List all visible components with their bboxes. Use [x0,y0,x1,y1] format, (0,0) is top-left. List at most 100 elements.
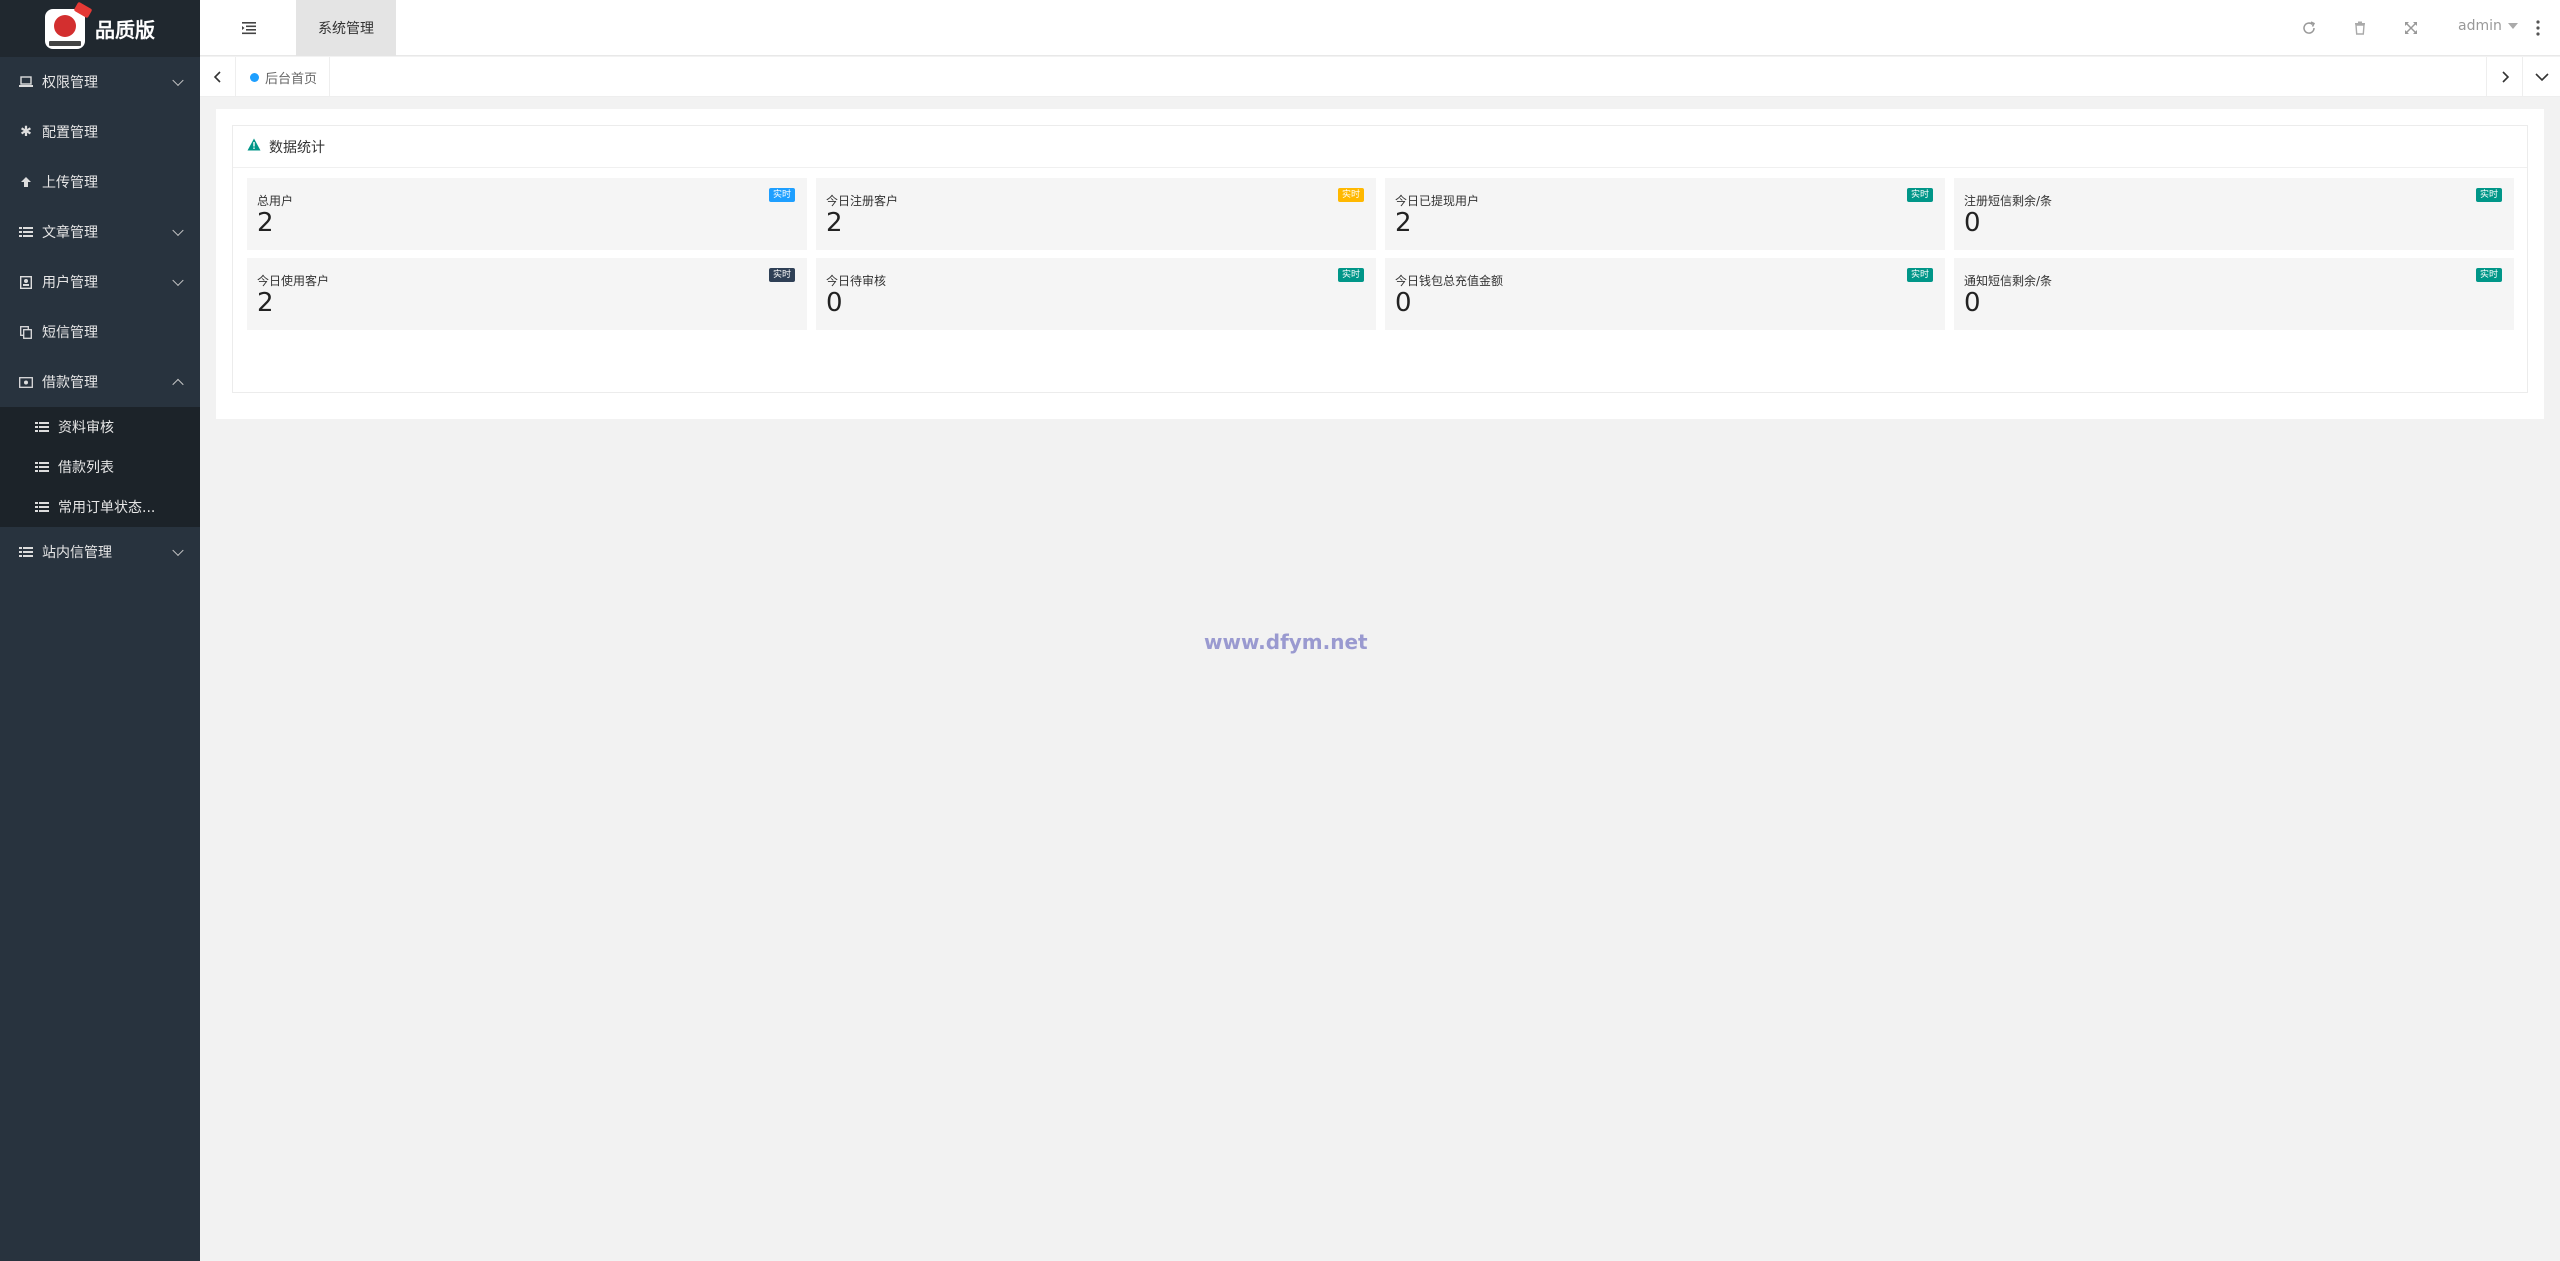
stat-value: 2 [1395,208,1412,238]
stat-value: 2 [826,208,843,238]
logo-text: 品质版 [95,18,155,42]
stat-card-today-registered: 今日注册客户 2 实时 [816,178,1376,250]
stat-card-notify-sms: 通知短信剩余/条 0 实时 [1954,258,2514,330]
chevron-up-icon [172,378,184,391]
stat-label: 今日使用客户 [257,274,330,288]
status-badge: 实时 [2475,188,2502,202]
stat-value: 0 [1964,288,1981,318]
sidebar-item-upload[interactable]: 上传管理 [0,157,200,207]
username: admin [2458,18,2502,34]
sidebar-item-label: 文章管理 [42,225,98,241]
chevron-down-icon [172,274,184,287]
stat-value: 2 [257,288,274,318]
stat-value: 0 [826,288,843,318]
trash-icon[interactable] [2351,19,2369,37]
warning-icon [247,138,261,155]
watermark-text: www.dfym.net [1204,630,1368,654]
status-badge: 实时 [1337,188,1364,202]
sidebar-item-sms[interactable]: 短信管理 [0,307,200,357]
tab-system-management[interactable]: 系统管理 [296,0,396,56]
sidebar-item-label: 配置管理 [42,125,98,141]
status-badge: 实时 [768,268,795,282]
stat-label: 总用户 [257,194,294,208]
sidebar-item-messages[interactable]: 站内信管理 [0,527,200,577]
sidebar-item-label: 权限管理 [42,75,98,91]
panel-header: 数据统计 [233,126,2527,168]
stat-value: 0 [1964,208,1981,238]
status-badge: 实时 [1906,188,1933,202]
chevron-down-icon [172,224,184,237]
stat-label: 注册短信剩余/条 [1964,194,2053,208]
sidebar-item-article[interactable]: 文章管理 [0,207,200,257]
chevron-right-icon [2501,71,2509,83]
menu-toggle-icon[interactable] [240,19,258,37]
logo-image [45,1,93,49]
stat-card-total-users: 总用户 2 实时 [247,178,807,250]
sidebar-subitem-label: 常用订单状态... [58,500,156,516]
chevron-left-icon [213,71,221,83]
logo[interactable]: 品质版 [0,0,200,57]
user-menu[interactable]: admin [2458,18,2518,34]
asterisk-icon: ✱ [20,124,32,140]
copy-icon [18,324,34,340]
sidebar-item-label: 用户管理 [42,275,98,291]
money-icon [18,374,34,390]
sidebar: 品质版 权限管理 ✱ 配置管理 上传管理 文章管理 用户管理 短信管理 借款管理… [0,0,200,1261]
stat-card-today-active: 今日使用客户 2 实时 [247,258,807,330]
list-icon [18,224,34,240]
status-badge: 实时 [1337,268,1364,282]
stat-value: 2 [257,208,274,238]
sidebar-item-permission[interactable]: 权限管理 [0,57,200,107]
top-header: 系统管理 admin [200,0,2560,56]
chevron-down-icon [172,74,184,87]
tab-home-label: 后台首页 [265,71,318,87]
stat-label: 今日待审核 [826,274,887,288]
laptop-icon [18,74,34,90]
sidebar-item-loan[interactable]: 借款管理 [0,357,200,407]
loan-submenu: 资料审核 借款列表 常用订单状态... [0,407,200,527]
sidebar-subitem-data-review[interactable]: 资料审核 [0,407,200,447]
sidebar-subitem-label: 资料审核 [58,420,114,436]
sidebar-item-label: 借款管理 [42,375,98,391]
tab-bar: 后台首页 [200,57,2560,97]
panel-title: 数据统计 [269,139,325,156]
status-badge: 实时 [768,188,795,202]
stat-card-wallet-recharge: 今日钱包总充值金额 0 实时 [1385,258,1945,330]
active-dot-icon [250,72,259,82]
stat-label: 今日钱包总充值金额 [1395,274,1504,288]
caret-down-icon [2507,23,2518,29]
stat-card-register-sms: 注册短信剩余/条 0 实时 [1954,178,2514,250]
tabs-next-button[interactable] [2486,57,2522,97]
stat-label: 今日已提现用户 [1395,194,1480,208]
stat-value: 0 [1395,288,1412,318]
chevron-down-icon [2534,73,2549,82]
sidebar-item-config[interactable]: ✱ 配置管理 [0,107,200,157]
more-vertical-icon[interactable] [2530,18,2546,38]
sidebar-subitem-label: 借款列表 [58,460,114,476]
stat-card-today-pending: 今日待审核 0 实时 [816,258,1376,330]
list-icon [34,419,50,435]
list-icon [34,499,50,515]
user-card-icon [18,274,34,290]
sidebar-item-label: 上传管理 [42,175,98,191]
tabs-options-button[interactable] [2522,57,2560,97]
stat-label: 通知短信剩余/条 [1964,274,2053,288]
tab-home[interactable]: 后台首页 [240,57,331,97]
list-icon [18,544,34,560]
fullscreen-icon[interactable] [2402,19,2420,37]
main-content: 数据统计 总用户 2 实时 今日注册客户 2 实时 今日已提现用户 2 实时 注… [216,109,2544,419]
chevron-down-icon [172,544,184,557]
refresh-icon[interactable] [2300,19,2318,37]
tabs-prev-button[interactable] [200,57,236,97]
sidebar-subitem-order-status[interactable]: 常用订单状态... [0,487,200,527]
list-icon [34,459,50,475]
status-badge: 实时 [2475,268,2502,282]
sidebar-item-users[interactable]: 用户管理 [0,257,200,307]
status-badge: 实时 [1906,268,1933,282]
sidebar-subitem-loan-list[interactable]: 借款列表 [0,447,200,487]
arrow-up-icon [18,174,34,190]
stat-label: 今日注册客户 [826,194,899,208]
sidebar-item-label: 站内信管理 [42,545,112,561]
stats-panel: 数据统计 总用户 2 实时 今日注册客户 2 实时 今日已提现用户 2 实时 注… [232,125,2528,393]
sidebar-item-label: 短信管理 [42,325,98,341]
